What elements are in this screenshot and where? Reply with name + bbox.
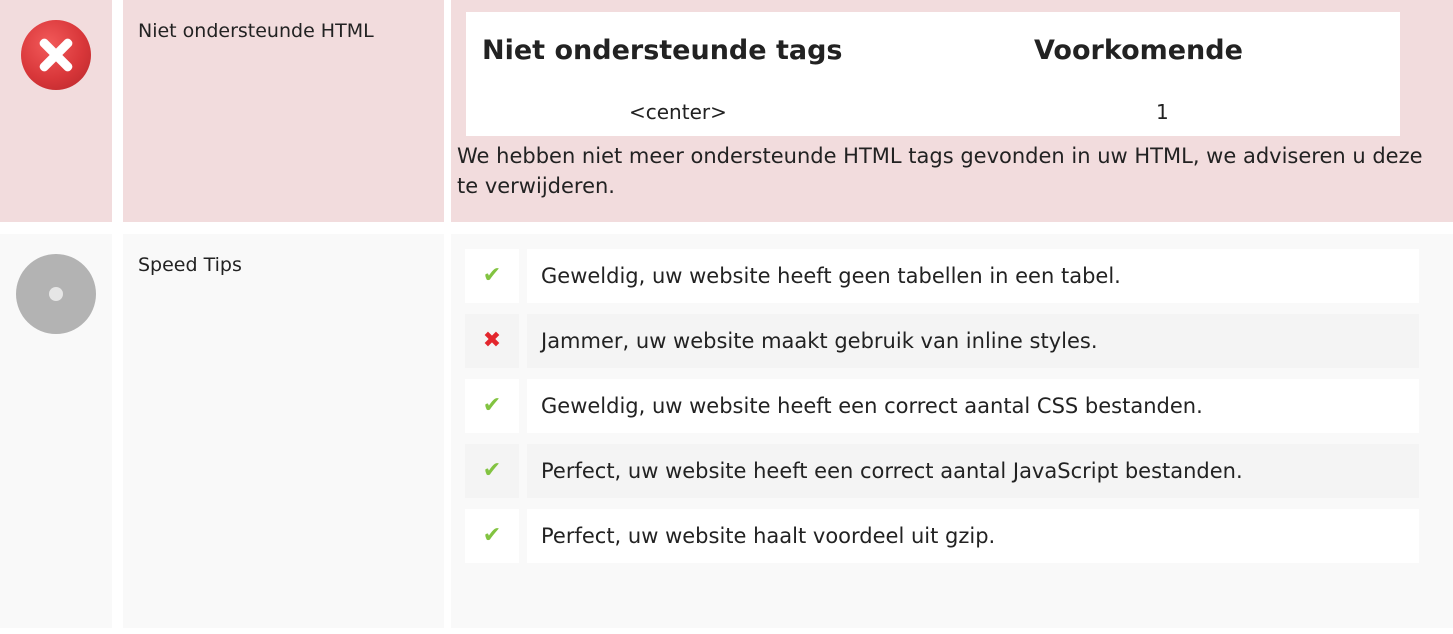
tip-text: Jammer, uw website maakt gebruik van inl… <box>527 314 1419 368</box>
column-header-count: Voorkomende <box>1034 34 1243 66</box>
list-item: ✖ Jammer, uw website maakt gebruik van i… <box>465 314 1419 368</box>
section-content: Niet ondersteunde tags Voorkomende <cent… <box>451 0 1453 222</box>
unsupported-html-section: Niet ondersteunde HTML Niet ondersteunde… <box>0 0 1453 222</box>
tip-text: Geweldig, uw website heeft geen tabellen… <box>527 249 1419 303</box>
check-icon: ✔ <box>465 379 519 433</box>
neutral-circle-icon <box>16 254 96 334</box>
column-header-tags: Niet ondersteunde tags <box>482 34 843 66</box>
tip-text: Perfect, uw website haalt voordeel uit g… <box>527 509 1419 563</box>
unsupported-tags-table: Niet ondersteunde tags Voorkomende <cent… <box>466 12 1400 136</box>
advice-text: We hebben niet meer ondersteunde HTML ta… <box>457 144 1423 198</box>
list-item: ✔ Geweldig, uw website heeft een correct… <box>465 379 1419 433</box>
list-item: ✔ Perfect, uw website heeft een correct … <box>465 444 1419 498</box>
table-header: Niet ondersteunde tags Voorkomende <box>466 12 1400 88</box>
tip-text: Perfect, uw website heeft een correct aa… <box>527 444 1419 498</box>
tag-count-cell: 1 <box>1156 100 1169 124</box>
check-icon: ✔ <box>465 444 519 498</box>
section-label: Speed Tips <box>123 234 444 628</box>
table-row: <center> 1 <box>466 88 1400 136</box>
status-cell <box>0 234 112 628</box>
list-item: ✔ Perfect, uw website haalt voordeel uit… <box>465 509 1419 563</box>
tag-name-cell: <center> <box>629 100 727 124</box>
check-icon: ✔ <box>465 249 519 303</box>
error-x-icon <box>21 20 91 90</box>
list-item: ✔ Geweldig, uw website heeft geen tabell… <box>465 249 1419 303</box>
cross-icon: ✖ <box>465 314 519 368</box>
speed-tips-list: ✔ Geweldig, uw website heeft geen tabell… <box>465 249 1419 563</box>
check-icon: ✔ <box>465 509 519 563</box>
section-label: Niet ondersteunde HTML <box>123 0 444 222</box>
speed-tips-section: Speed Tips ✔ Geweldig, uw website heeft … <box>0 234 1453 628</box>
tip-text: Geweldig, uw website heeft een correct a… <box>527 379 1419 433</box>
status-cell <box>0 0 112 222</box>
section-content: ✔ Geweldig, uw website heeft geen tabell… <box>451 234 1453 628</box>
